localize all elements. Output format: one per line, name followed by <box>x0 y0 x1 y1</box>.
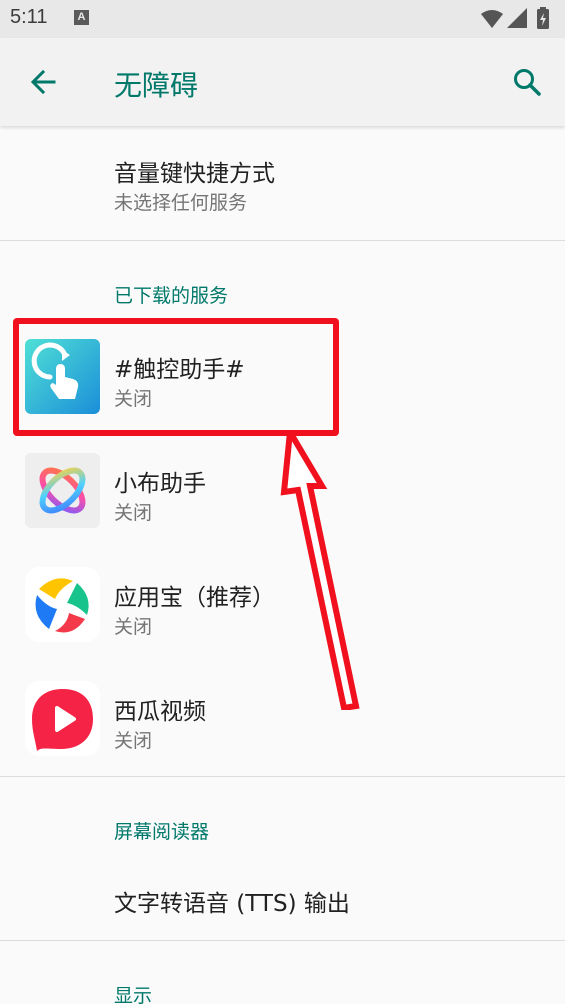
divider <box>0 240 565 241</box>
page-title: 无障碍 <box>114 69 199 102</box>
yingyongbao-title: 应用宝（推荐） <box>114 585 275 611</box>
divider <box>0 940 565 941</box>
xigua-video-status: 关闭 <box>114 730 153 752</box>
app-bar: 无障碍 <box>0 38 565 126</box>
arrow-back-icon <box>30 69 56 95</box>
screen-readers-header: 屏幕阅读器 <box>114 821 210 843</box>
yingyongbao-icon <box>25 567 100 642</box>
status-icons <box>481 7 549 29</box>
volume-shortcut-item[interactable]: 音量键快捷方式 未选择任何服务 <box>0 130 565 240</box>
highlight-box <box>13 318 339 436</box>
search-button[interactable] <box>507 62 547 102</box>
xiaobu-assistant-title: 小布助手 <box>114 471 206 497</box>
downloaded-services-header: 已下载的服务 <box>114 285 229 307</box>
yingyongbao-status: 关闭 <box>114 616 153 638</box>
search-icon <box>514 69 541 96</box>
tts-output-title: 文字转语音 (TTS) 输出 <box>114 891 350 917</box>
battery-icon <box>537 7 549 29</box>
xigua-video-title: 西瓜视频 <box>114 699 206 725</box>
xiaobu-assistant-status: 关闭 <box>114 502 153 524</box>
divider <box>0 776 565 777</box>
notification-a-icon: A <box>74 10 89 25</box>
signal-icon <box>507 8 527 28</box>
red-arrow-annotation <box>280 430 360 710</box>
status-bar: 5:11 A <box>0 0 565 38</box>
display-header: 显示 <box>114 985 153 1004</box>
wifi-icon <box>481 10 503 28</box>
xiaobu-assistant-icon <box>25 453 100 528</box>
back-button[interactable] <box>24 64 64 100</box>
volume-shortcut-title: 音量键快捷方式 <box>114 161 275 187</box>
xigua-video-icon <box>25 681 100 756</box>
volume-shortcut-subtitle: 未选择任何服务 <box>114 192 248 214</box>
status-time: 5:11 <box>10 6 48 28</box>
tts-output-item[interactable]: 文字转语音 (TTS) 输出 <box>0 858 565 938</box>
